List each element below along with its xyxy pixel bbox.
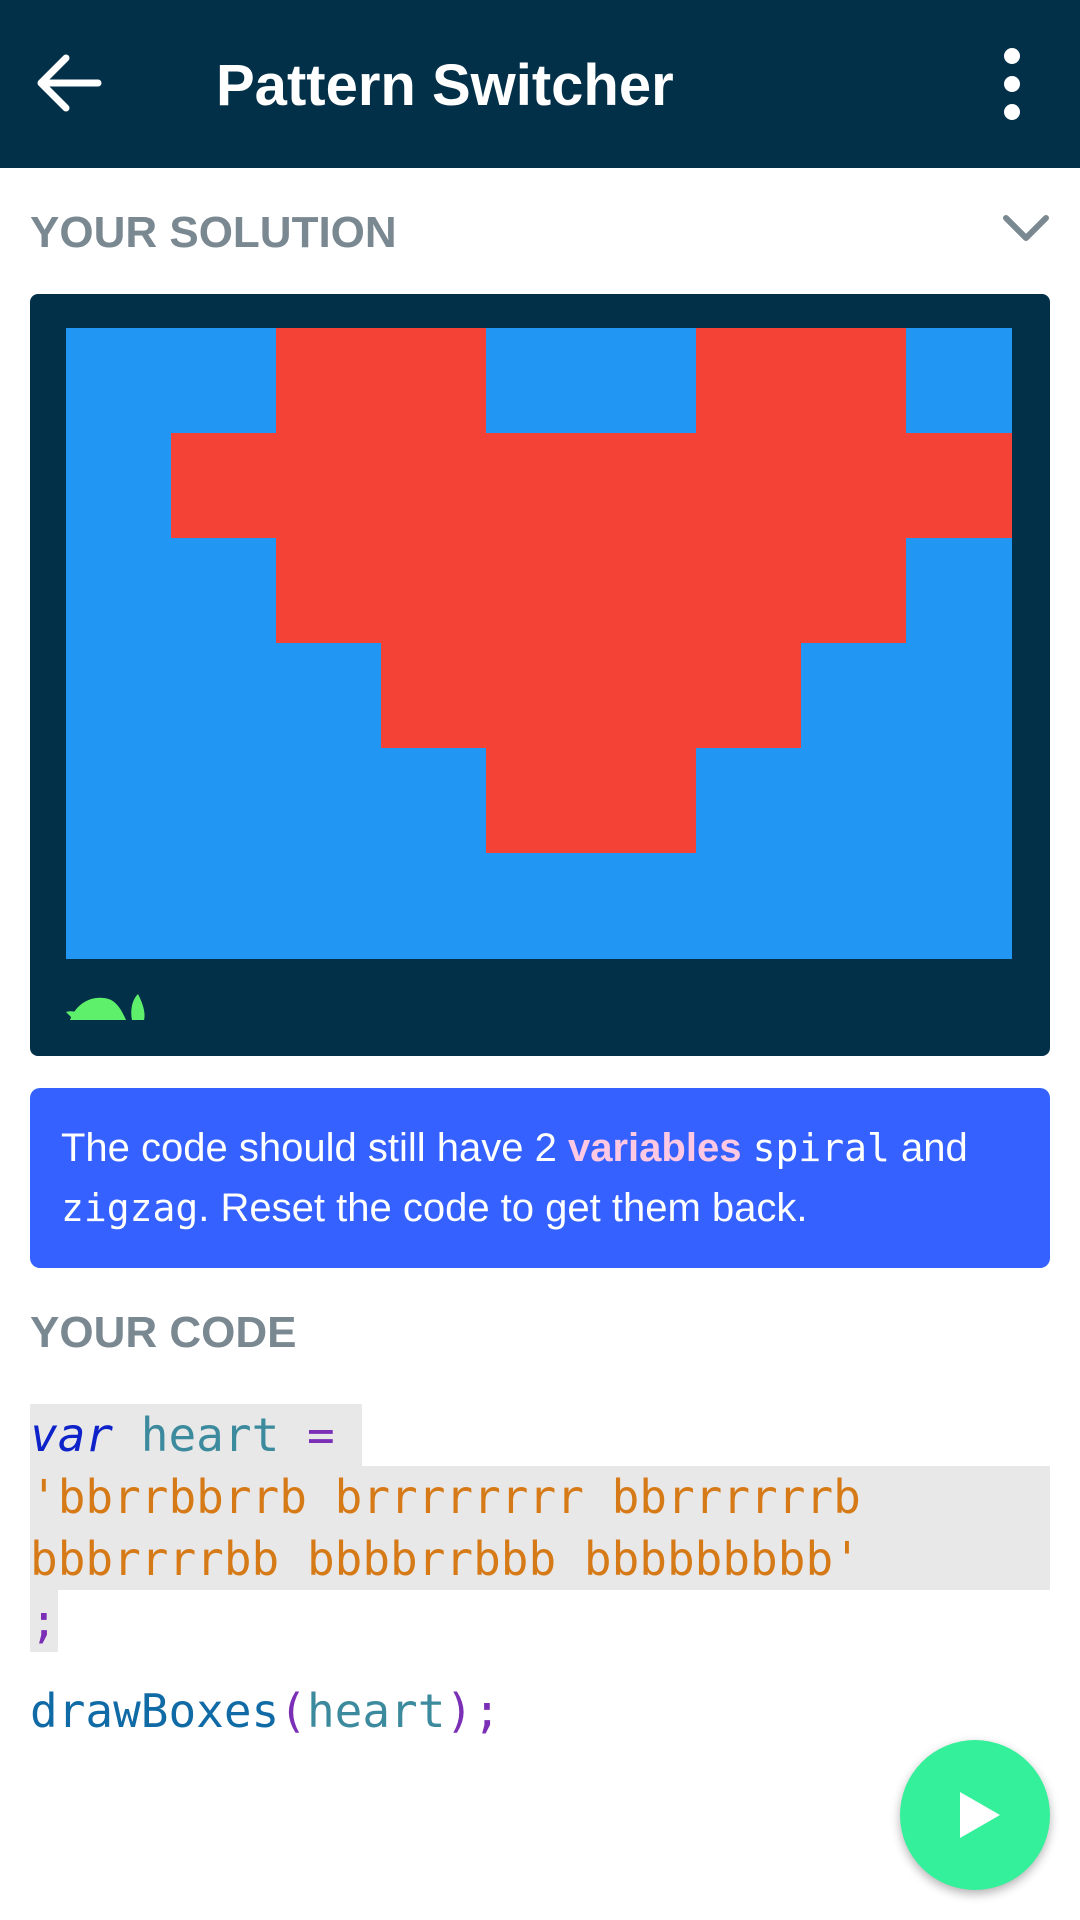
grid-cell (906, 643, 1012, 749)
grid-cell (66, 433, 172, 539)
grid-cell (801, 853, 907, 959)
grid-cell (276, 748, 382, 854)
hint-message: The code should still have 2 variables s… (30, 1088, 1050, 1268)
grid-cell (591, 853, 697, 959)
code-keyword: var (30, 1408, 114, 1462)
grid-cell (696, 853, 802, 959)
grid-cell (696, 433, 802, 539)
grid-cell (696, 748, 802, 854)
grid-cell (906, 433, 1012, 539)
app-bar: Pattern Switcher (0, 0, 1080, 168)
var-zigzag: zigzag (61, 1186, 199, 1230)
solution-canvas (30, 294, 1050, 1056)
grid-cell (906, 748, 1012, 854)
code-identifier: heart (140, 1408, 280, 1462)
grid-cell (276, 328, 382, 434)
grid-cell (486, 853, 592, 959)
grid-cell (591, 538, 697, 644)
code-editor[interactable]: var heart = 'bbrrbbrrb brrrrrrrr bbrrrrr… (30, 1404, 1050, 1742)
grid-cell (801, 433, 907, 539)
hint-text: and (889, 1126, 968, 1170)
run-button[interactable] (900, 1740, 1050, 1890)
grid-cell (591, 643, 697, 749)
hint-text: The code should still have 2 (61, 1126, 568, 1170)
back-button[interactable] (28, 42, 110, 124)
grid-cell (276, 538, 382, 644)
grid-cell (801, 643, 907, 749)
more-options-button[interactable] (986, 44, 1038, 124)
your-solution-label: YOUR SOLUTION (30, 208, 397, 257)
grid-cell (801, 328, 907, 434)
code-line-declaration: var heart = (30, 1404, 363, 1466)
grid-cell (381, 748, 487, 854)
code-semicolon: ; (30, 1590, 58, 1652)
grid-cell (486, 328, 592, 434)
grid-cell (66, 328, 172, 434)
more-vertical-icon (1004, 48, 1020, 120)
grid-cell (591, 433, 697, 539)
grid-cell (381, 433, 487, 539)
grid-cell (486, 433, 592, 539)
arrow-left-icon (37, 54, 102, 112)
hint-space (741, 1126, 752, 1170)
your-code-label: YOUR CODE (30, 1308, 297, 1357)
var-spiral: spiral (752, 1126, 890, 1170)
code-argument: heart (306, 1684, 446, 1738)
grid-cell (906, 328, 1012, 434)
code-paren: ); (445, 1684, 501, 1738)
grid-cell (591, 328, 697, 434)
grid-cell (66, 643, 172, 749)
grid-cell (486, 538, 592, 644)
grid-cell (381, 328, 487, 434)
grid-cell (801, 538, 907, 644)
grid-cell (906, 853, 1012, 959)
grid-cell (486, 748, 592, 854)
grid-cell (696, 328, 802, 434)
hint-text: . Reset the code to get them back. (198, 1186, 808, 1230)
grid-cell (171, 538, 277, 644)
grid-cell (66, 748, 172, 854)
play-icon (960, 1792, 1000, 1838)
grid-cell (381, 538, 487, 644)
grid-cell (66, 853, 172, 959)
grid-cell (66, 538, 172, 644)
grid-cell (171, 433, 277, 539)
grid-cell (696, 643, 802, 749)
grid-cell (801, 748, 907, 854)
grid-cell (171, 748, 277, 854)
code-string: bbbrrrrbb bbbbrrbbb bbbbbbbbb' (30, 1532, 861, 1586)
grid-cell (276, 643, 382, 749)
grid-cell (591, 748, 697, 854)
code-operator: = (279, 1408, 363, 1462)
turtle-icon (66, 994, 145, 1020)
pattern-grid (66, 328, 1012, 959)
grid-cell (171, 643, 277, 749)
grid-cell (276, 433, 382, 539)
collapse-solution-button[interactable] (1000, 208, 1052, 248)
chevron-down-icon (1003, 215, 1049, 241)
grid-cell (171, 853, 277, 959)
grid-cell (906, 538, 1012, 644)
code-paren: ( (279, 1684, 307, 1738)
variables-keyword: variables (567, 1126, 742, 1170)
code-function: drawBoxes (30, 1684, 280, 1738)
grid-cell (276, 853, 382, 959)
grid-cell (381, 853, 487, 959)
page-title: Pattern Switcher (216, 53, 674, 118)
grid-cell (486, 643, 592, 749)
grid-cell (171, 328, 277, 434)
grid-cell (381, 643, 487, 749)
grid-cell (696, 538, 802, 644)
code-string: 'bbrrbbrrb brrrrrrrr bbrrrrrrb (30, 1470, 861, 1524)
